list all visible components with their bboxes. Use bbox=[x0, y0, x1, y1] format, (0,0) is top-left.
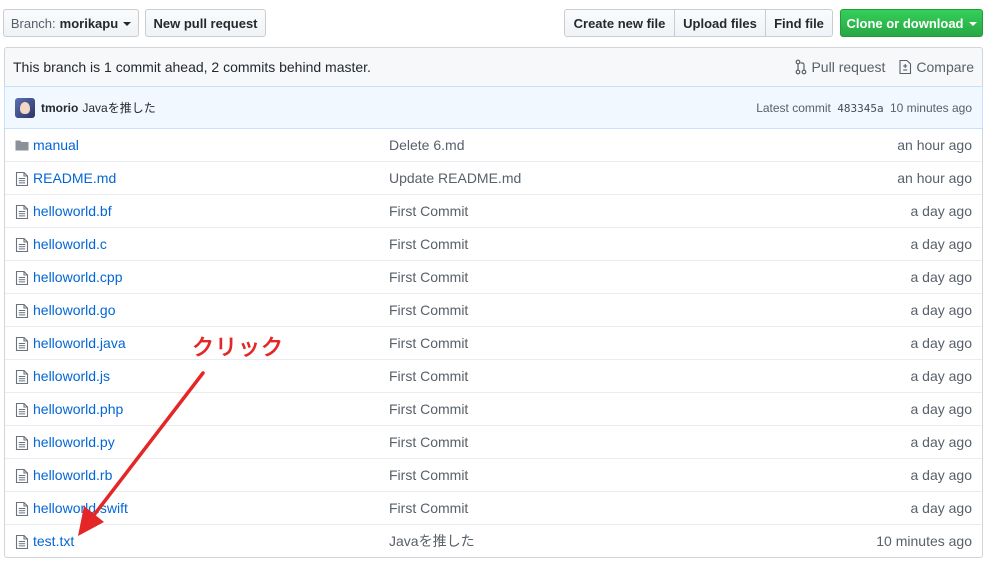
table-row: manual Delete 6.md an hour ago bbox=[5, 128, 982, 161]
file-icon bbox=[15, 204, 29, 220]
file-name-link[interactable]: helloworld.rb bbox=[33, 467, 112, 483]
avatar[interactable] bbox=[15, 97, 35, 118]
branch-status-message: This branch is 1 commit ahead, 2 commits… bbox=[13, 59, 371, 75]
branch-select-button[interactable]: Branch: morikapu bbox=[3, 9, 139, 37]
file-commit-age: a day ago bbox=[910, 269, 973, 285]
chevron-down-icon bbox=[968, 21, 977, 26]
file-name-link[interactable]: helloworld.go bbox=[33, 302, 116, 318]
commit-sha[interactable]: 483345a bbox=[837, 102, 883, 115]
file-name-link[interactable]: helloworld.c bbox=[33, 236, 107, 252]
table-row: helloworld.cpp First Commit a day ago bbox=[5, 260, 982, 293]
compare-label: Compare bbox=[916, 59, 974, 75]
latest-commit-bar: tmorio Javaを推した Latest commit 483345a 10… bbox=[4, 86, 983, 129]
file-icon bbox=[15, 534, 29, 550]
file-commit-message[interactable]: First Commit bbox=[389, 401, 468, 417]
file-list: manual Delete 6.md an hour ago README.md Upd… bbox=[4, 128, 983, 558]
branch-links: Pull request Compare bbox=[795, 59, 974, 75]
table-row: test.txt Javaを推した 10 minutes ago bbox=[5, 524, 982, 557]
file-name-link[interactable]: helloworld.py bbox=[33, 434, 115, 450]
file-icon bbox=[15, 270, 29, 286]
file-commit-message[interactable]: Update README.md bbox=[389, 170, 521, 186]
file-icon bbox=[15, 501, 29, 517]
new-pull-request-button[interactable]: New pull request bbox=[145, 9, 266, 37]
table-row: helloworld.py First Commit a day ago bbox=[5, 425, 982, 458]
file-commit-message[interactable]: Javaを推した bbox=[389, 531, 475, 551]
table-row: helloworld.php First Commit a day ago bbox=[5, 392, 982, 425]
file-name-link[interactable]: helloworld.swift bbox=[33, 500, 128, 516]
git-pull-request-icon bbox=[796, 59, 807, 75]
file-commit-age: a day ago bbox=[910, 236, 973, 252]
file-commit-age: a day ago bbox=[910, 467, 973, 483]
file-commit-age: a day ago bbox=[910, 434, 973, 450]
file-icon bbox=[15, 336, 29, 352]
click-annotation: クリック bbox=[192, 335, 285, 360]
file-name-link[interactable]: helloworld.cpp bbox=[33, 269, 123, 285]
latest-commit-prefix: Latest commit bbox=[756, 100, 831, 115]
file-commit-age: an hour ago bbox=[897, 136, 972, 153]
file-commit-message[interactable]: First Commit bbox=[389, 467, 468, 483]
file-commit-message[interactable]: First Commit bbox=[389, 500, 468, 516]
file-commit-age: 10 minutes ago bbox=[876, 533, 972, 549]
branch-status-bar: This branch is 1 commit ahead, 2 commits… bbox=[4, 47, 983, 87]
file-name-link[interactable]: README.md bbox=[33, 170, 116, 186]
commit-message[interactable]: Javaを推した bbox=[82, 99, 155, 116]
file-icon bbox=[15, 402, 29, 418]
folder-icon bbox=[15, 137, 29, 153]
latest-commit-info: Latest commit 483345a 10 minutes ago bbox=[756, 101, 972, 115]
table-row: helloworld.java First Commit a day ago bbox=[5, 326, 982, 359]
file-icon bbox=[15, 171, 29, 187]
file-commit-message[interactable]: First Commit bbox=[389, 335, 468, 351]
branch-prefix: Branch: bbox=[10, 15, 56, 31]
file-commit-message[interactable]: First Commit bbox=[389, 434, 468, 450]
file-commit-age: a day ago bbox=[910, 335, 973, 351]
table-row: helloworld.swift First Commit a day ago bbox=[5, 491, 982, 524]
file-commit-message[interactable]: Delete 6.md bbox=[389, 137, 464, 153]
file-commit-message[interactable]: First Commit bbox=[389, 368, 468, 384]
file-name-link[interactable]: test.txt bbox=[33, 533, 74, 549]
find-file-button[interactable]: Find file bbox=[765, 9, 833, 37]
file-commit-age: a day ago bbox=[910, 203, 973, 219]
create-new-file-button[interactable]: Create new file bbox=[564, 9, 675, 37]
file-commit-age: a day ago bbox=[910, 302, 973, 318]
file-commit-age: a day ago bbox=[910, 401, 973, 417]
compare-link[interactable]: Compare bbox=[899, 59, 974, 75]
file-name-link[interactable]: helloworld.php bbox=[33, 401, 123, 417]
clone-label: Clone or download bbox=[846, 15, 964, 31]
file-commit-age: a day ago bbox=[910, 368, 973, 384]
pull-request-label: Pull request bbox=[811, 59, 886, 75]
commit-age: 10 minutes ago bbox=[889, 100, 972, 115]
file-actions-group: Create new file Upload files Find file bbox=[564, 9, 833, 37]
file-commit-message[interactable]: First Commit bbox=[389, 236, 468, 252]
file-commit-message[interactable]: First Commit bbox=[389, 302, 468, 318]
file-commit-age: a day ago bbox=[910, 500, 973, 516]
file-commit-message[interactable]: First Commit bbox=[389, 269, 468, 285]
table-row: helloworld.go First Commit a day ago bbox=[5, 293, 982, 326]
diff-icon bbox=[899, 59, 912, 75]
file-icon bbox=[15, 435, 29, 451]
pull-request-link[interactable]: Pull request bbox=[795, 59, 885, 75]
file-icon bbox=[15, 303, 29, 319]
file-icon bbox=[15, 369, 29, 385]
repo-toolbar: Branch: morikapu New pull request Create… bbox=[0, 0, 989, 46]
table-row: helloworld.rb First Commit a day ago bbox=[5, 458, 982, 491]
clone-or-download-button[interactable]: Clone or download bbox=[840, 9, 983, 37]
branch-name: morikapu bbox=[59, 15, 119, 31]
file-icon bbox=[15, 468, 29, 484]
file-name-link[interactable]: manual bbox=[33, 137, 79, 153]
upload-files-button[interactable]: Upload files bbox=[674, 9, 766, 37]
file-name-link[interactable]: helloworld.js bbox=[33, 368, 110, 384]
table-row: helloworld.c First Commit a day ago bbox=[5, 227, 982, 260]
table-row: helloworld.js First Commit a day ago bbox=[5, 359, 982, 392]
file-icon bbox=[15, 237, 29, 253]
file-name-link[interactable]: helloworld.java bbox=[33, 335, 126, 351]
file-commit-age: an hour ago bbox=[897, 170, 972, 186]
file-name-link[interactable]: helloworld.bf bbox=[33, 203, 112, 219]
table-row: helloworld.bf First Commit a day ago bbox=[5, 194, 982, 227]
commit-author[interactable]: tmorio bbox=[41, 101, 78, 115]
table-row: README.md Update README.md an hour ago bbox=[5, 161, 982, 194]
chevron-down-icon bbox=[123, 21, 132, 26]
file-commit-message[interactable]: First Commit bbox=[389, 203, 468, 219]
